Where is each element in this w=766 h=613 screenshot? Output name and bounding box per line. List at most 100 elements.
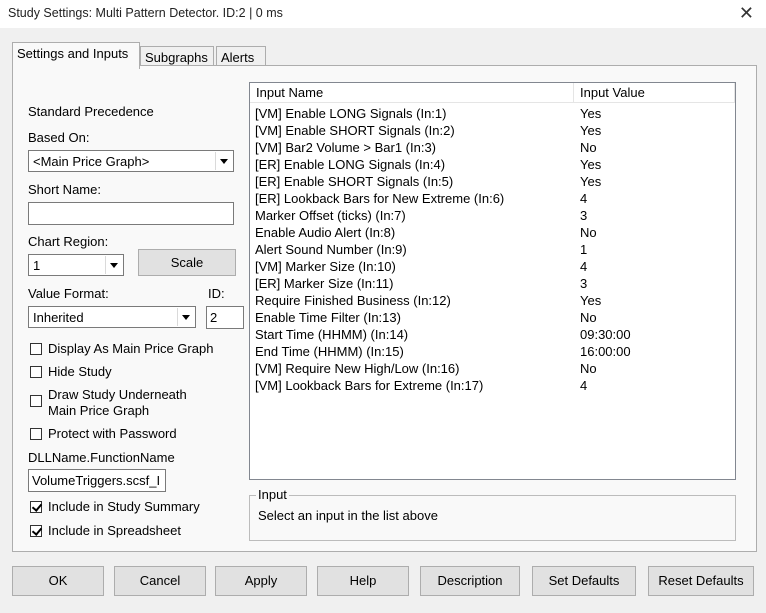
ok-button[interactable]: OK [12,566,104,596]
input-value-cell[interactable]: Yes [580,157,601,172]
checkbox-box[interactable] [30,395,42,407]
chevron-down-icon[interactable] [105,256,122,274]
input-value-cell[interactable]: 3 [580,208,587,223]
table-row[interactable]: Enable Time Filter (In:13) No [250,309,735,326]
input-groupbox-title: Input [256,487,289,502]
value-format-dropdown[interactable]: Inherited [28,306,196,328]
input-name-cell: [ER] Lookback Bars for New Extreme (In:6… [255,191,505,206]
input-value-cell[interactable]: Yes [580,174,601,189]
table-row[interactable]: Start Time (HHMM) (In:14) 09:30:00 [250,326,735,343]
based-on-dropdown[interactable]: <Main Price Graph> [28,150,234,172]
input-name-cell: [ER] Enable LONG Signals (In:4) [255,157,446,172]
table-row[interactable]: [VM] Enable LONG Signals (In:1) Yes [250,105,735,122]
input-value-cell[interactable]: Yes [580,123,601,138]
chart-region-label: Chart Region: [28,234,109,249]
checkbox-box[interactable] [30,525,42,537]
table-row[interactable]: Alert Sound Number (In:9) 1 [250,241,735,258]
table-row[interactable]: [ER] Marker Size (In:11) 3 [250,275,735,292]
input-value-cell[interactable]: No [580,361,597,376]
dll-function-value: VolumeTriggers.scsf_I [32,473,161,488]
short-name-input[interactable] [28,202,234,225]
value-format-value: Inherited [33,310,84,325]
checkbox-label: Include in Spreadsheet [48,523,181,538]
dll-function-input[interactable]: VolumeTriggers.scsf_I [28,469,166,492]
input-name-cell: [VM] Bar2 Volume > Bar1 (In:3) [255,140,436,155]
chart-region-dropdown[interactable]: 1 [28,254,124,276]
column-header-input-name[interactable]: Input Name [256,85,323,100]
scale-button[interactable]: Scale [138,249,236,276]
window-title: Study Settings: Multi Pattern Detector. … [8,6,283,20]
table-row[interactable]: [ER] Enable LONG Signals (In:4) Yes [250,156,735,173]
table-row[interactable]: [VM] Enable SHORT Signals (In:2) Yes [250,122,735,139]
input-value-cell[interactable]: 09:30:00 [580,327,631,342]
input-groupbox: Input Select an input in the list above [249,487,736,541]
input-value-cell[interactable]: 4 [580,191,587,206]
table-row[interactable]: [ER] Lookback Bars for New Extreme (In:6… [250,190,735,207]
short-name-label: Short Name: [28,182,101,197]
checkbox-box[interactable] [30,501,42,513]
table-row[interactable]: Enable Audio Alert (In:8) No [250,224,735,241]
inputs-list-body: [VM] Enable LONG Signals (In:1) Yes [VM] E… [250,105,735,394]
table-row[interactable]: [VM] Require New High/Low (In:16) No [250,360,735,377]
column-divider[interactable] [573,83,574,103]
id-input[interactable]: 2 [206,306,244,329]
set-defaults-button[interactable]: Set Defaults [532,566,636,596]
input-value-cell[interactable]: 16:00:00 [580,344,631,359]
input-value-cell[interactable]: No [580,140,597,155]
dll-function-label: DLLName.FunctionName [28,450,175,465]
input-value-cell[interactable]: Yes [580,106,601,121]
table-row[interactable]: Marker Offset (ticks) (In:7) 3 [250,207,735,224]
id-label: ID: [208,286,225,301]
table-row[interactable]: [VM] Marker Size (In:10) 4 [250,258,735,275]
input-name-cell: Start Time (HHMM) (In:14) [255,327,409,342]
include-spreadsheet-checkbox[interactable]: Include in Spreadsheet [30,523,181,538]
input-value-cell[interactable]: 4 [580,259,587,274]
chevron-down-icon[interactable] [177,308,194,326]
chevron-down-icon[interactable] [215,152,232,170]
apply-button[interactable]: Apply [215,566,307,596]
checkbox-box[interactable] [30,343,42,355]
reset-defaults-button[interactable]: Reset Defaults [648,566,754,596]
input-value-cell[interactable]: No [580,225,597,240]
input-name-cell: Marker Offset (ticks) (In:7) [255,208,406,223]
input-name-cell: [VM] Lookback Bars for Extreme (In:17) [255,378,484,393]
input-name-cell: [VM] Marker Size (In:10) [255,259,396,274]
input-value-cell[interactable]: 3 [580,276,587,291]
input-name-cell: Require Finished Business (In:12) [255,293,451,308]
hide-study-checkbox[interactable]: Hide Study [30,364,112,379]
cancel-button[interactable]: Cancel [114,566,206,596]
id-value: 2 [210,310,218,325]
table-row[interactable]: [ER] Enable SHORT Signals (In:5) Yes [250,173,735,190]
protect-with-password-checkbox[interactable]: Protect with Password [30,426,177,441]
tab-settings-and-inputs[interactable]: Settings and Inputs [12,42,140,69]
display-as-main-price-graph-checkbox[interactable]: Display As Main Price Graph [30,341,213,356]
checkbox-label: Draw Study Underneath Main Price Graph [48,387,187,418]
checkbox-label: Hide Study [48,364,112,379]
based-on-value: <Main Price Graph> [33,154,150,169]
column-divider[interactable] [734,83,735,103]
checkbox-label: Display As Main Price Graph [48,341,214,356]
inputs-list-header: Input Name Input Value [250,83,735,103]
input-value-cell[interactable]: 4 [580,378,587,393]
column-header-input-value[interactable]: Input Value [580,85,645,100]
input-name-cell: Enable Time Filter (In:13) [255,310,401,325]
description-button[interactable]: Description [420,566,520,596]
input-value-cell[interactable]: Yes [580,293,601,308]
based-on-label: Based On: [28,130,90,145]
table-row[interactable]: [VM] Lookback Bars for Extreme (In:17) 4 [250,377,735,394]
close-icon[interactable]: ✕ [739,3,754,24]
table-row[interactable]: [VM] Bar2 Volume > Bar1 (In:3) No [250,139,735,156]
checkbox-label: Include in Study Summary [48,499,200,514]
draw-study-underneath-checkbox[interactable]: Draw Study Underneath Main Price Graph [30,387,187,419]
include-study-summary-checkbox[interactable]: Include in Study Summary [30,499,200,514]
standard-precedence-label: Standard Precedence [28,104,154,119]
checkbox-box[interactable] [30,366,42,378]
input-name-cell: [VM] Require New High/Low (In:16) [255,361,460,376]
table-row[interactable]: Require Finished Business (In:12) Yes [250,292,735,309]
table-row[interactable]: End Time (HHMM) (In:15) 16:00:00 [250,343,735,360]
input-value-cell[interactable]: 1 [580,242,587,257]
inputs-list[interactable]: Input Name Input Value [VM] Enable LONG … [249,82,736,480]
checkbox-box[interactable] [30,428,42,440]
input-value-cell[interactable]: No [580,310,597,325]
help-button[interactable]: Help [317,566,409,596]
